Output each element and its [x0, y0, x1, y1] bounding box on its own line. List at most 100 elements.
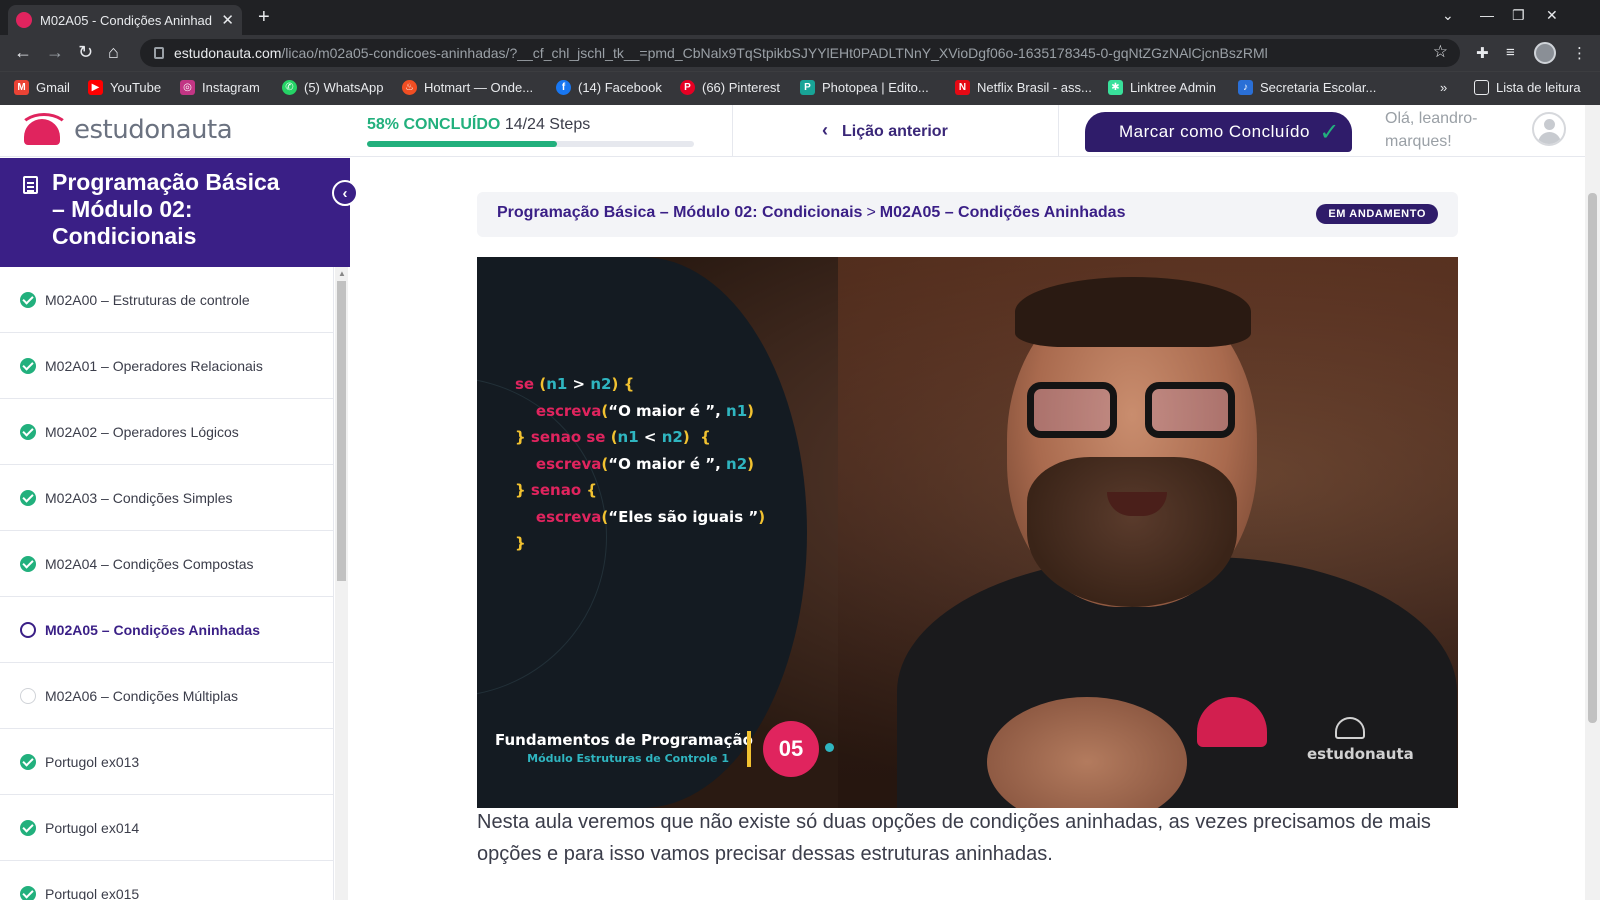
browser-tab[interactable]: M02A05 - Condições Aninhad ✕ — [8, 5, 242, 35]
bookmark-photopea[interactable]: P Photopea | Edito... — [800, 80, 929, 95]
completed-icon — [20, 885, 36, 900]
user-greeting[interactable]: Olá, leandro-marques! — [1385, 107, 1495, 153]
breadcrumb-course-link[interactable]: Programação Básica – Módulo 02: Condicio… — [497, 204, 862, 221]
header-divider — [732, 105, 733, 157]
instructor-figure — [897, 277, 1457, 808]
course-title[interactable]: Programação Básica – Módulo 02: Condicio… — [52, 169, 292, 250]
status-badge: EM ANDAMENTO — [1316, 204, 1438, 224]
video-code-panel: se (n1 > n2) { escreva(“O maior é ”, n1)… — [477, 257, 807, 808]
video-episode-badge: 05 — [763, 721, 819, 777]
more-bookmarks-icon[interactable]: » — [1440, 80, 1447, 95]
media-icon[interactable]: ≡ — [1506, 44, 1515, 61]
reading-list-icon — [1474, 80, 1489, 95]
lesson-video-player[interactable]: se (n1 > n2) { escreva(“O maior é ”, n1)… — [477, 257, 1458, 808]
lesson-item[interactable]: M02A03 – Condições Simples — [0, 465, 333, 531]
lesson-item[interactable]: Portugol ex013 — [0, 729, 333, 795]
forward-icon[interactable]: → — [46, 42, 64, 63]
lesson-item[interactable]: M02A02 – Operadores Lógicos — [0, 399, 333, 465]
menu-icon[interactable]: ⋮ — [1572, 44, 1587, 62]
linktree-icon: ✱ — [1108, 80, 1123, 95]
document-icon — [23, 176, 38, 194]
new-tab-icon[interactable]: + — [258, 6, 270, 29]
minimize-icon[interactable]: — — [1480, 7, 1494, 23]
mark-complete-label: Marcar como Concluído — [1119, 122, 1310, 141]
bookmark-instagram[interactable]: ◎ Instagram — [180, 80, 260, 95]
logo-mark-icon — [18, 113, 70, 147]
video-watermark: estudonauta — [1307, 745, 1414, 763]
bookmark-star-icon[interactable]: ☆ — [1433, 42, 1448, 62]
sidebar-scroll-thumb[interactable] — [337, 281, 346, 581]
scroll-up-icon[interactable]: ▲ — [338, 269, 346, 278]
lesson-description: Nesta aula veremos que não existe só dua… — [477, 811, 1431, 865]
bookmark-hotmart[interactable]: ♨ Hotmart — Onde... — [402, 80, 533, 95]
bookmark-pinterest[interactable]: P (66) Pinterest — [680, 80, 780, 95]
progress-bar — [367, 141, 694, 147]
extensions-icon[interactable]: ✚ — [1476, 44, 1489, 62]
video-accent-dot — [825, 743, 834, 752]
address-bar[interactable]: estudonauta.com/licao/m02a05-condicoes-a… — [140, 39, 1460, 67]
code-snippet: se (n1 > n2) { escreva(“O maior é ”, n1)… — [515, 375, 766, 552]
bookmark-netflix[interactable]: N Netflix Brasil - ass... — [955, 80, 1092, 95]
site-logo[interactable]: estudonauta — [18, 113, 233, 147]
url-path: /licao/m02a05-condicoes-aninhadas/?__cf_… — [281, 45, 1268, 61]
bookmark-whatsapp[interactable]: ✆ (5) WhatsApp — [282, 80, 383, 95]
bookmarks-bar: M Gmail ▶ YouTube ◎ Instagram ✆ (5) WhatsApp… — [0, 71, 1600, 105]
breadcrumb-lesson-link[interactable]: M02A05 – Condições Aninhadas — [880, 204, 1126, 221]
close-tab-icon[interactable]: ✕ — [221, 11, 234, 29]
lesson-item-current[interactable]: M02A05 – Condições Aninhadas — [0, 597, 333, 663]
bookmark-gmail[interactable]: M Gmail — [14, 80, 70, 95]
progress-fill — [367, 141, 557, 147]
lock-icon — [154, 47, 164, 59]
completed-icon — [20, 555, 36, 572]
lesson-item[interactable]: M02A01 – Operadores Relacionais — [0, 333, 333, 399]
lesson-item[interactable]: M02A04 – Condições Compostas — [0, 531, 333, 597]
page-scrollbar[interactable] — [1585, 105, 1600, 900]
watermark-logo-icon — [1335, 717, 1365, 739]
breadcrumb-bar: Programação Básica – Módulo 02: Condicio… — [477, 192, 1458, 237]
lesson-item[interactable]: M02A06 – Condições Múltiplas — [0, 663, 333, 729]
facebook-icon: f — [556, 80, 571, 95]
netflix-icon: N — [955, 80, 970, 95]
photopea-icon: P — [800, 80, 815, 95]
bookmark-facebook[interactable]: f (14) Facebook — [556, 80, 662, 95]
previous-lesson-label: Lição anterior — [842, 123, 948, 140]
completed-icon — [20, 291, 36, 308]
logo-text: estudonauta — [74, 115, 233, 145]
youtube-icon: ▶ — [88, 80, 103, 95]
lesson-item[interactable]: Portugol ex014 — [0, 795, 333, 861]
collapse-sidebar-button[interactable]: ‹ — [332, 180, 358, 206]
progress-label: 58% CONCLUÍDO 14/24 Steps — [367, 116, 590, 134]
tab-search-icon[interactable]: ⌄ — [1442, 7, 1454, 24]
header-divider — [1058, 105, 1059, 157]
tab-title: M02A05 - Condições Aninhad — [40, 12, 213, 28]
completed-icon — [20, 423, 36, 440]
checkmark-icon: ✓ — [1319, 119, 1340, 146]
home-icon[interactable]: ⌂ — [108, 42, 119, 63]
browser-tab-bar: M02A05 - Condições Aninhad ✕ + ⌄ — ❐ ✕ — [0, 0, 1600, 35]
breadcrumb-separator: > — [866, 204, 876, 221]
close-window-icon[interactable]: ✕ — [1546, 7, 1558, 24]
sidebar-scrollbar[interactable]: ▲ — [335, 267, 348, 900]
page-scroll-thumb[interactable] — [1588, 193, 1597, 723]
bookmark-linktree[interactable]: ✱ Linktree Admin — [1108, 80, 1216, 95]
previous-lesson-link[interactable]: ‹ Lição anterior — [822, 120, 948, 141]
lesson-item[interactable]: Portugol ex015 — [0, 861, 333, 900]
profile-avatar[interactable] — [1534, 42, 1556, 64]
video-title: Fundamentos de Programação — [495, 731, 753, 749]
secretaria-icon: ♪ — [1238, 80, 1253, 95]
breadcrumb: Programação Básica – Módulo 02: Condicio… — [497, 204, 1125, 222]
reload-icon[interactable]: ↻ — [78, 42, 93, 63]
user-avatar[interactable] — [1532, 112, 1566, 146]
hotmart-icon: ♨ — [402, 80, 417, 95]
whatsapp-icon: ✆ — [282, 80, 297, 95]
not-started-icon — [20, 687, 36, 704]
restore-icon[interactable]: ❐ — [1512, 7, 1525, 24]
mark-complete-button[interactable]: Marcar como Concluído ✓ — [1085, 112, 1352, 152]
video-title-divider — [747, 731, 751, 767]
reading-list[interactable]: Lista de leitura — [1474, 80, 1581, 95]
back-icon[interactable]: ← — [14, 42, 32, 63]
bookmark-secretaria[interactable]: ♪ Secretaria Escolar... — [1238, 80, 1376, 95]
completed-icon — [20, 357, 36, 374]
lesson-item[interactable]: M02A00 – Estruturas de controle — [0, 267, 333, 333]
bookmark-youtube[interactable]: ▶ YouTube — [88, 80, 161, 95]
